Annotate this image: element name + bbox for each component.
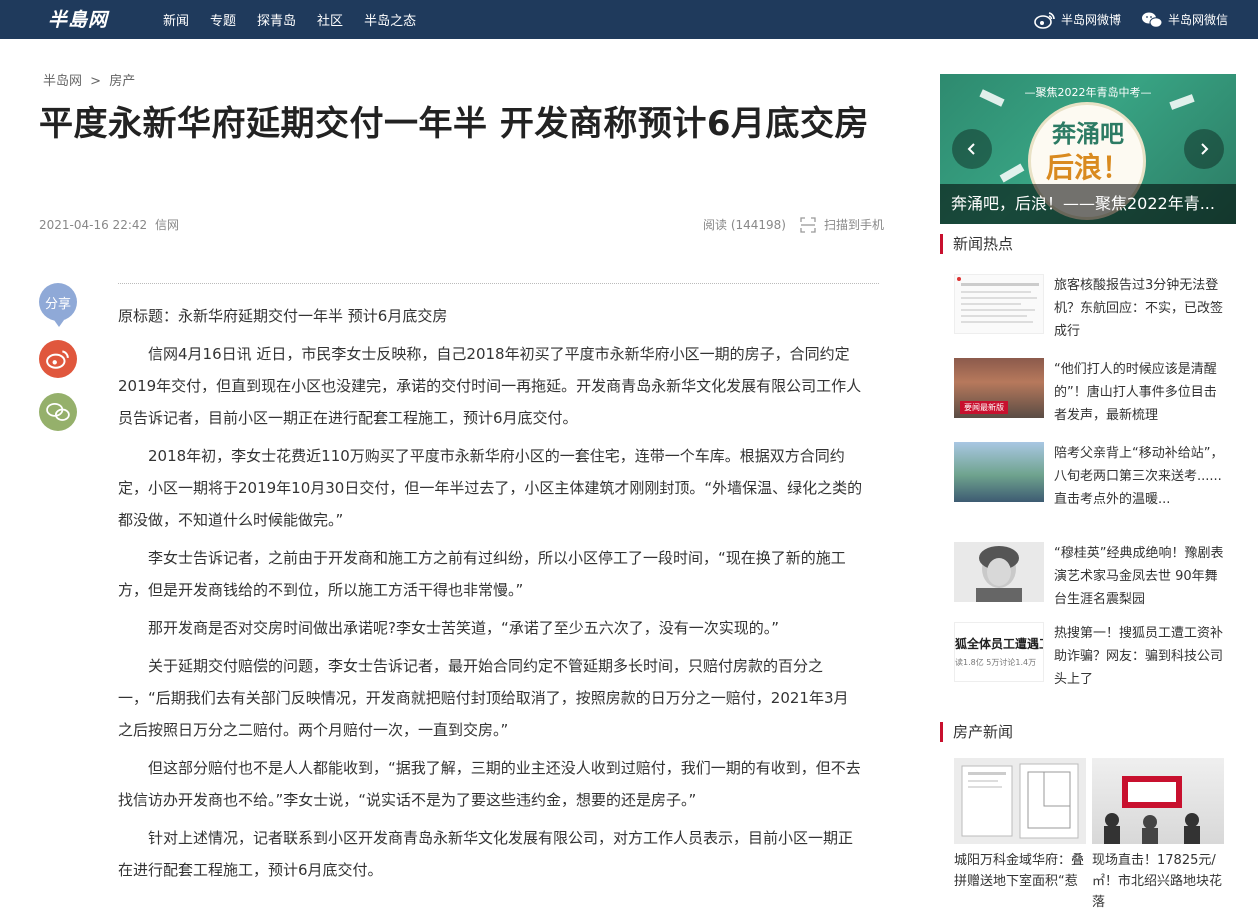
breadcrumb-separator: >: [90, 74, 102, 89]
wechat-icon: [46, 402, 70, 421]
article-paragraph: 李女士告诉记者，之前由于开发商和施工方之前有过纠纷，所以小区停工了一段时间，“现…: [118, 549, 846, 599]
social-links: 半岛网微博 半岛网微信: [1014, 0, 1228, 39]
article-source: 信网: [154, 218, 179, 232]
article-body: 原标题：永新华府延期交付一年半 预计6月底交房 信网4月16日讯 近日，市民李女…: [118, 300, 863, 892]
article-paragraph: 针对上述情况，记者联系到小区开发商青岛永新华文化发展有限公司，对方工作人员表示，…: [118, 829, 854, 879]
slider-caption[interactable]: 奔涌吧，后浪！——聚焦2022年青...: [940, 184, 1236, 224]
scan-label: 扫描到手机: [824, 218, 885, 232]
share-wechat-button[interactable]: [39, 393, 77, 431]
nav-community[interactable]: 社区: [317, 10, 343, 29]
article-paragraph: 那开发商是否对交房时间做出承诺呢?李女士苦笑道，“承诺了至少五六次了，没有一次实…: [148, 619, 780, 637]
article-paragraph: 关于延期交付赔偿的问题，李女士告诉记者，最开始合同约定不管延期多长时间，只赔付房…: [118, 657, 849, 739]
nav-news[interactable]: 新闻: [163, 10, 189, 29]
weibo-link[interactable]: 半岛网微博: [1034, 11, 1121, 29]
top-navbar: 半島网 新闻 专题 探青岛 社区 半岛之态 半岛网微博 半岛网微信: [0, 0, 1258, 39]
weibo-icon: [1034, 11, 1055, 29]
news-headline[interactable]: “穆桂英”经典成绝响！豫剧表演艺术家马金凤去世 90年舞台生涯名震梨园: [1054, 542, 1226, 611]
decoration-star: [999, 163, 1025, 183]
list-item[interactable]: 旅客核酸报告过3分钟无法登机？东航回应：不实，已改签成行: [954, 274, 1224, 358]
slider-subtitle: —聚焦2022年青岛中考—: [1024, 86, 1152, 99]
share-badge: 分享: [39, 283, 77, 327]
list-item[interactable]: 陪考父亲背上“移动补给站”，八旬老两口第三次来送考......直击考点外的温暖.…: [954, 442, 1224, 542]
news-headline[interactable]: “他们打人的时候应该是清醒的”！唐山打人事件多位目击者发声，最新梳理: [1054, 358, 1226, 427]
slider-next-button[interactable]: [1184, 129, 1224, 169]
news-headline[interactable]: 陪考父亲背上“移动补给站”，八旬老两口第三次来送考......直击考点外的温暖.…: [1054, 442, 1226, 511]
breadcrumb-section[interactable]: 房产: [109, 74, 135, 89]
news-thumbnail[interactable]: [954, 542, 1044, 602]
article-stats: 阅读 (144198) 扫描到手机: [703, 216, 884, 233]
news-headline[interactable]: 热搜第一！搜狐员工遭工资补助诈骗？网友：骗到科技公司头上了: [1054, 622, 1226, 691]
portrait-thumbnail-art: [976, 546, 1022, 602]
article-title: 平度永新华府延期交付一年半 开发商称预计6月底交房: [39, 104, 869, 144]
news-headline[interactable]: 旅客核酸报告过3分钟无法登机？东航回应：不实，已改签成行: [1054, 274, 1226, 343]
article-divider: [118, 283, 879, 284]
house-news-thumbnail[interactable]: [954, 758, 1086, 844]
publish-date: 2021-04-16 22:42: [39, 218, 148, 232]
floorplan-thumbnail-art: [961, 763, 1079, 839]
slider-headline: 奔涌吧: [1052, 119, 1124, 148]
featured-slider[interactable]: —聚焦2022年青岛中考— 奔涌吧 后浪！ 奔涌吧，后浪！——聚焦2022年青.…: [940, 74, 1236, 224]
article-paragraph: 2018年初，李女士花费近110万购买了平度市永新华府小区的一套住宅，连带一个车…: [118, 447, 863, 529]
slider-prev-button[interactable]: [952, 129, 992, 169]
qrcode-icon: [800, 216, 816, 233]
share-weibo-button[interactable]: [39, 340, 77, 378]
nav-explore-qingdao[interactable]: 探青岛: [257, 10, 296, 29]
article-paragraph: 但这部分赔付也不是人人都能收到，“据我了解，三期的业主还没人收到过赔付，我们一期…: [118, 759, 861, 809]
house-news-caption[interactable]: 城阳万科金域华府：叠拼赠送地下室面积“惹: [954, 850, 1086, 892]
list-item[interactable]: 狐全体员工遭遇工 读1.8亿 5万讨论1.4万 热搜第一！搜狐员工遭工资补助诈骗…: [954, 622, 1224, 706]
breadcrumb-home[interactable]: 半岛网: [43, 74, 82, 89]
thumbnail-tag: 要闻最新版: [960, 401, 1008, 414]
chevron-right-icon: [1201, 143, 1209, 155]
event-thumbnail-art: [1104, 776, 1200, 844]
site-logo[interactable]: 半島网: [48, 5, 108, 32]
scan-to-phone[interactable]: 扫描到手机: [800, 216, 884, 233]
news-thumbnail[interactable]: 要闻最新版: [954, 358, 1044, 418]
thumbnail-text: 狐全体员工遭遇工: [955, 637, 1044, 651]
main-nav: 新闻 专题 探青岛 社区 半岛之态: [163, 0, 437, 39]
article-paragraph: 信网4月16日讯 近日，市民李女士反映称，自己2018年初买了平度市永新华府小区…: [118, 345, 862, 427]
house-news-thumbnail[interactable]: [1092, 758, 1224, 844]
weibo-label: 半岛网微博: [1060, 13, 1121, 27]
slider-headline-2: 后浪！: [1045, 151, 1130, 184]
document-thumbnail-art: [957, 277, 1039, 323]
article-meta: 2021-04-16 22:42 信网: [39, 216, 183, 233]
hot-news-list: 旅客核酸报告过3分钟无法登机？东航回应：不实，已改签成行 要闻最新版 “他们打人…: [954, 274, 1224, 706]
wechat-link[interactable]: 半岛网微信: [1141, 11, 1228, 29]
weibo-icon: [46, 350, 69, 369]
news-thumbnail[interactable]: 狐全体员工遭遇工 读1.8亿 5万讨论1.4万: [954, 622, 1044, 682]
chevron-left-icon: [967, 143, 975, 155]
wechat-label: 半岛网微信: [1167, 13, 1228, 27]
wechat-icon: [1141, 12, 1163, 28]
nav-bandao[interactable]: 半岛之态: [364, 10, 416, 29]
news-thumbnail[interactable]: [954, 274, 1044, 334]
list-item[interactable]: 要闻最新版 “他们打人的时候应该是清醒的”！唐山打人事件多位目击者发声，最新梳理: [954, 358, 1224, 442]
house-news-heading: 房产新闻: [940, 722, 1013, 742]
list-item[interactable]: “穆桂英”经典成绝响！豫剧表演艺术家马金凤去世 90年舞台生涯名震梨园: [954, 542, 1224, 622]
nav-topics[interactable]: 专题: [210, 10, 236, 29]
article-paragraph: 原标题：永新华府延期交付一年半 预计6月底交房: [118, 307, 448, 325]
read-count: 阅读 (144198): [703, 218, 786, 232]
news-thumbnail[interactable]: [954, 442, 1044, 502]
hot-news-heading: 新闻热点: [940, 234, 1013, 254]
thumbnail-subtext: 读1.8亿 5万讨论1.4万: [955, 658, 1037, 667]
breadcrumb: 半岛网 > 房产: [43, 70, 139, 89]
